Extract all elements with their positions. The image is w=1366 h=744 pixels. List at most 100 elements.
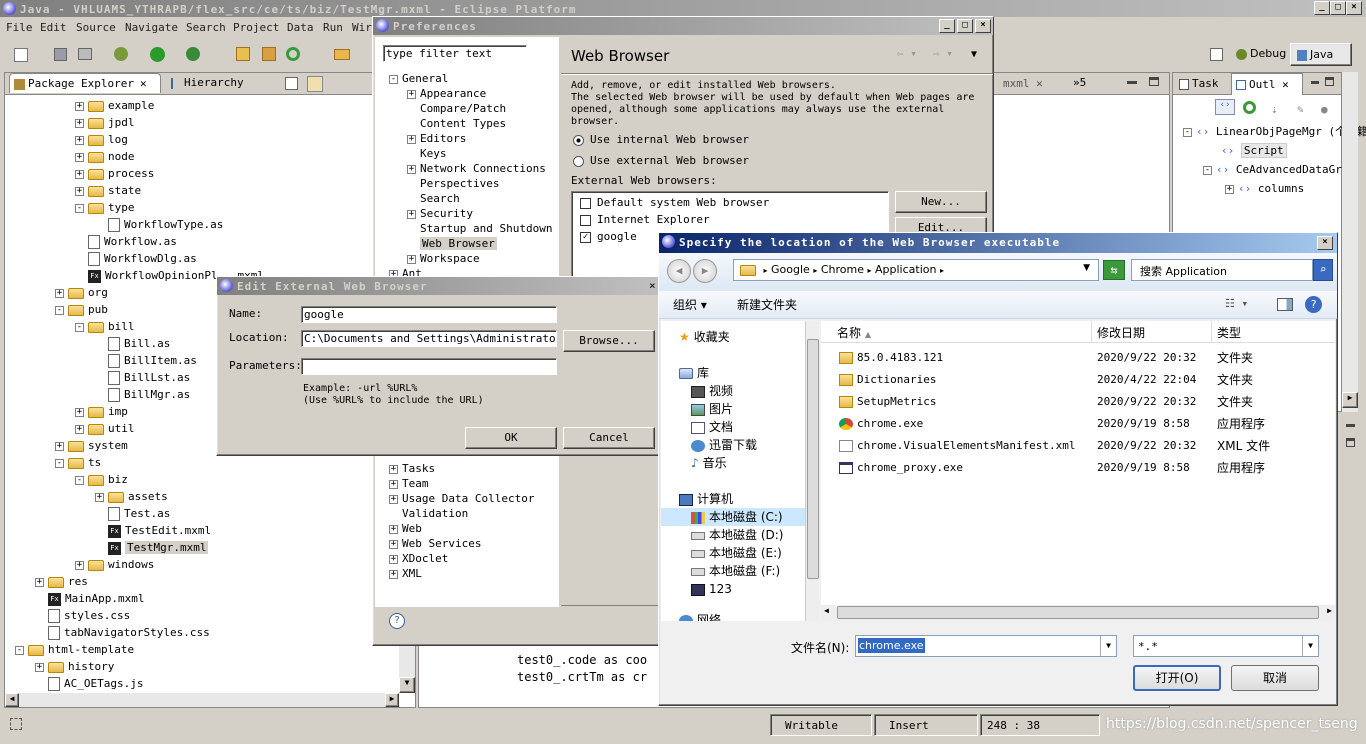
prefs-tree-item[interactable]: + Web — [389, 521, 422, 536]
expand-icon[interactable]: + — [389, 554, 398, 564]
expand-icon[interactable]: + — [35, 577, 44, 587]
breadcrumb-item[interactable]: Application — [875, 263, 936, 276]
location-field[interactable] — [301, 330, 557, 347]
view-menu-icon[interactable]: ▼ — [971, 49, 977, 60]
sidebar-drive[interactable]: 本地磁盘 (E:) — [691, 544, 782, 562]
scroll-thumb[interactable] — [837, 606, 1319, 619]
prefs-tree-item[interactable]: Content Types — [407, 116, 506, 131]
sidebar-music[interactable]: ♪ 音乐 — [691, 454, 727, 472]
filter-select[interactable]: *.* ▼ — [1133, 635, 1319, 657]
collapse-icon[interactable]: - — [55, 458, 64, 468]
tree-item[interactable]: styles.css — [35, 607, 130, 624]
prefs-tree-item[interactable]: +Validation — [389, 506, 468, 521]
help-icon[interactable]: ? — [1305, 296, 1322, 313]
expand-icon[interactable]: + — [75, 135, 84, 145]
file-row[interactable]: chrome.exe 2020/9/19 8:58 应用程序 — [821, 413, 1321, 435]
tree-item[interactable]: Bill.as — [95, 335, 170, 352]
expand-icon[interactable]: + — [389, 464, 398, 474]
maximize-view-icon[interactable] — [1149, 77, 1159, 86]
close-tab-icon[interactable]: ✕ — [1282, 78, 1289, 91]
fast-view-icon[interactable] — [10, 718, 22, 730]
column-type[interactable]: 类型 — [1217, 324, 1241, 341]
sidebar-drive[interactable]: 本地磁盘 (D:) — [691, 526, 783, 544]
tree-item[interactable]: + state — [75, 182, 141, 199]
prefs-tree-item[interactable]: + Tasks — [389, 461, 435, 476]
tab-package-explorer[interactable]: Package Explorer ✕ — [9, 73, 161, 93]
run-external-icon[interactable] — [186, 47, 200, 61]
tree-item[interactable]: - biz — [75, 471, 128, 488]
perspective-java[interactable]: Java — [1290, 43, 1352, 66]
sidebar-documents[interactable]: 文档 — [691, 418, 733, 436]
file-row[interactable]: 85.0.4183.121 2020/9/22 20:32 文件夹 — [821, 347, 1321, 369]
minimize-button[interactable]: _ — [1314, 1, 1330, 15]
refresh-icon[interactable] — [1243, 101, 1256, 114]
tree-item[interactable]: + res — [35, 573, 88, 590]
restore-view-icon[interactable] — [1346, 438, 1355, 447]
tree-item[interactable]: + jpdl — [75, 114, 135, 131]
new-package-icon[interactable] — [262, 47, 276, 61]
prefs-tree-item[interactable]: + Security — [407, 206, 473, 221]
cancel-button[interactable]: Cancel — [563, 427, 655, 449]
open-folder-icon[interactable] — [334, 49, 350, 60]
sidebar-drive[interactable]: 本地磁盘 (F:) — [691, 562, 780, 580]
scroll-right-button[interactable]: ▶ — [385, 693, 399, 707]
tree-item[interactable]: BillMgr.as — [95, 386, 190, 403]
expand-icon[interactable]: + — [75, 560, 84, 570]
sidebar-videos[interactable]: 视频 — [691, 382, 733, 400]
expand-icon[interactable]: + — [389, 494, 398, 504]
prefs-tree-item[interactable]: + Workspace — [407, 251, 480, 266]
column-date[interactable]: 修改日期 — [1097, 324, 1145, 341]
back-icon[interactable]: ⇦ ▾ — [897, 47, 917, 60]
tree-item[interactable]: - type — [75, 199, 135, 216]
new-icon[interactable] — [14, 48, 28, 62]
editor-tab-overflow[interactable]: »5 — [1073, 76, 1086, 89]
tree-item[interactable]: - pub — [55, 301, 108, 318]
tab-task[interactable]: Task — [1179, 77, 1219, 90]
ok-button[interactable]: OK — [465, 427, 557, 449]
prefs-tree-item[interactable]: - General — [389, 71, 448, 86]
tab-outline[interactable]: Outl ✕ — [1231, 73, 1303, 95]
prefs-tree-item[interactable]: + Team — [389, 476, 429, 491]
open-button[interactable]: 打开(O) — [1133, 665, 1221, 691]
expand-icon[interactable]: + — [95, 492, 104, 502]
close-button[interactable]: × — [1346, 1, 1362, 15]
maximize-button[interactable]: □ — [1330, 1, 1346, 15]
close-tab-icon[interactable]: ✕ — [1036, 77, 1043, 90]
tree-item[interactable]: + util — [75, 420, 135, 437]
sidebar-network[interactable]: 网络 — [679, 611, 721, 621]
tree-item[interactable]: Fx TestMgr.mxml — [95, 539, 209, 556]
open-perspective-icon[interactable] — [1210, 48, 1223, 61]
expand-icon[interactable]: + — [75, 169, 84, 179]
maximize-view-icon[interactable] — [1325, 77, 1334, 86]
new-folder-button[interactable]: 新建文件夹 — [737, 296, 797, 313]
tree-item[interactable]: Fx TestEdit.mxml — [95, 522, 211, 539]
menu-item[interactable]: Navigate — [125, 21, 178, 34]
help-icon[interactable]: ? — [389, 613, 405, 629]
scroll-down-button[interactable]: ▼ — [399, 677, 415, 693]
sidebar-favorites[interactable]: ★ 收藏夹 — [679, 328, 730, 346]
prefs-tree-item[interactable]: Keys — [407, 146, 447, 161]
prefs-tree-item[interactable]: + Editors — [407, 131, 466, 146]
tree-item[interactable]: + history — [35, 658, 114, 675]
save-icon[interactable] — [54, 48, 67, 61]
search-icon[interactable]: ⌕ — [1313, 259, 1333, 281]
tree-item[interactable]: Fx MainApp.mxml — [35, 590, 144, 607]
organize-button[interactable]: 组织 ▾ — [673, 296, 707, 313]
hide-fields-icon[interactable]: ⇣ — [1271, 103, 1278, 116]
debug-icon[interactable] — [114, 47, 128, 61]
expand-icon[interactable]: + — [75, 101, 84, 111]
file-row[interactable]: chrome.VisualElementsManifest.xml 2020/9/… — [821, 435, 1321, 457]
tree-item[interactable]: - bill — [75, 318, 135, 335]
tree-item[interactable]: + node — [75, 148, 135, 165]
tag-icon[interactable]: ‹› — [1215, 99, 1235, 115]
tree-item[interactable]: BillLst.as — [95, 369, 190, 386]
expand-icon[interactable]: + — [55, 441, 64, 451]
tree-item[interactable]: - ts — [55, 454, 101, 471]
hide-static-icon[interactable]: ✎ — [1297, 103, 1304, 116]
sidebar-drive[interactable]: 本地磁盘 (C:) — [661, 508, 805, 526]
tree-item[interactable]: + system — [55, 437, 128, 454]
prefs-tree-item[interactable]: Perspectives — [407, 176, 499, 191]
minimize-view-icon[interactable] — [1127, 81, 1137, 84]
tree-item[interactable]: + imp — [75, 403, 128, 420]
expand-icon[interactable]: + — [389, 479, 398, 489]
